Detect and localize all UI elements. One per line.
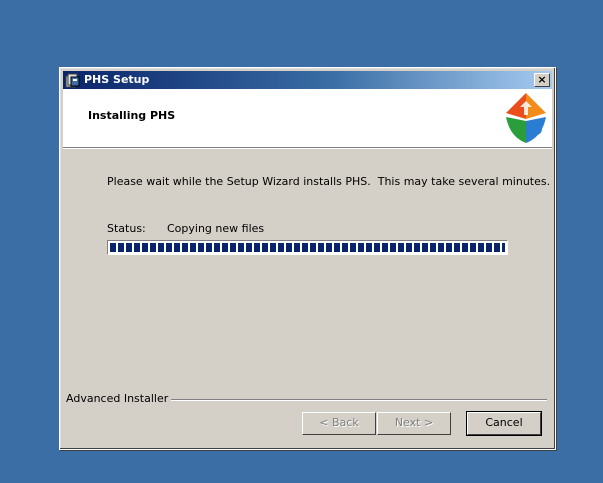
close-button[interactable]: × [534,73,550,87]
description-text: Please wait while the Setup Wizard insta… [107,175,551,188]
progress-bar [107,240,508,255]
cancel-button[interactable]: Cancel [466,411,542,436]
header-banner: Installing PHS [63,89,552,149]
window-title: PHS Setup [84,73,150,86]
close-icon: × [537,73,547,86]
status-label: Status: [107,222,146,235]
title-bar[interactable]: PHS Setup × [63,71,552,89]
back-button[interactable]: < Back [302,412,376,435]
status-value: Copying new files [167,222,265,235]
installer-puzzle-logo-icon [506,93,546,143]
setup-app-icon [65,73,80,88]
page-title: Installing PHS [88,109,176,122]
setup-dialog: PHS Setup × Installing PHS Please wait w… [59,67,556,450]
brand-label: Advanced Installer [66,392,172,405]
progress-fill [110,243,505,252]
next-button[interactable]: Next > [377,412,451,435]
